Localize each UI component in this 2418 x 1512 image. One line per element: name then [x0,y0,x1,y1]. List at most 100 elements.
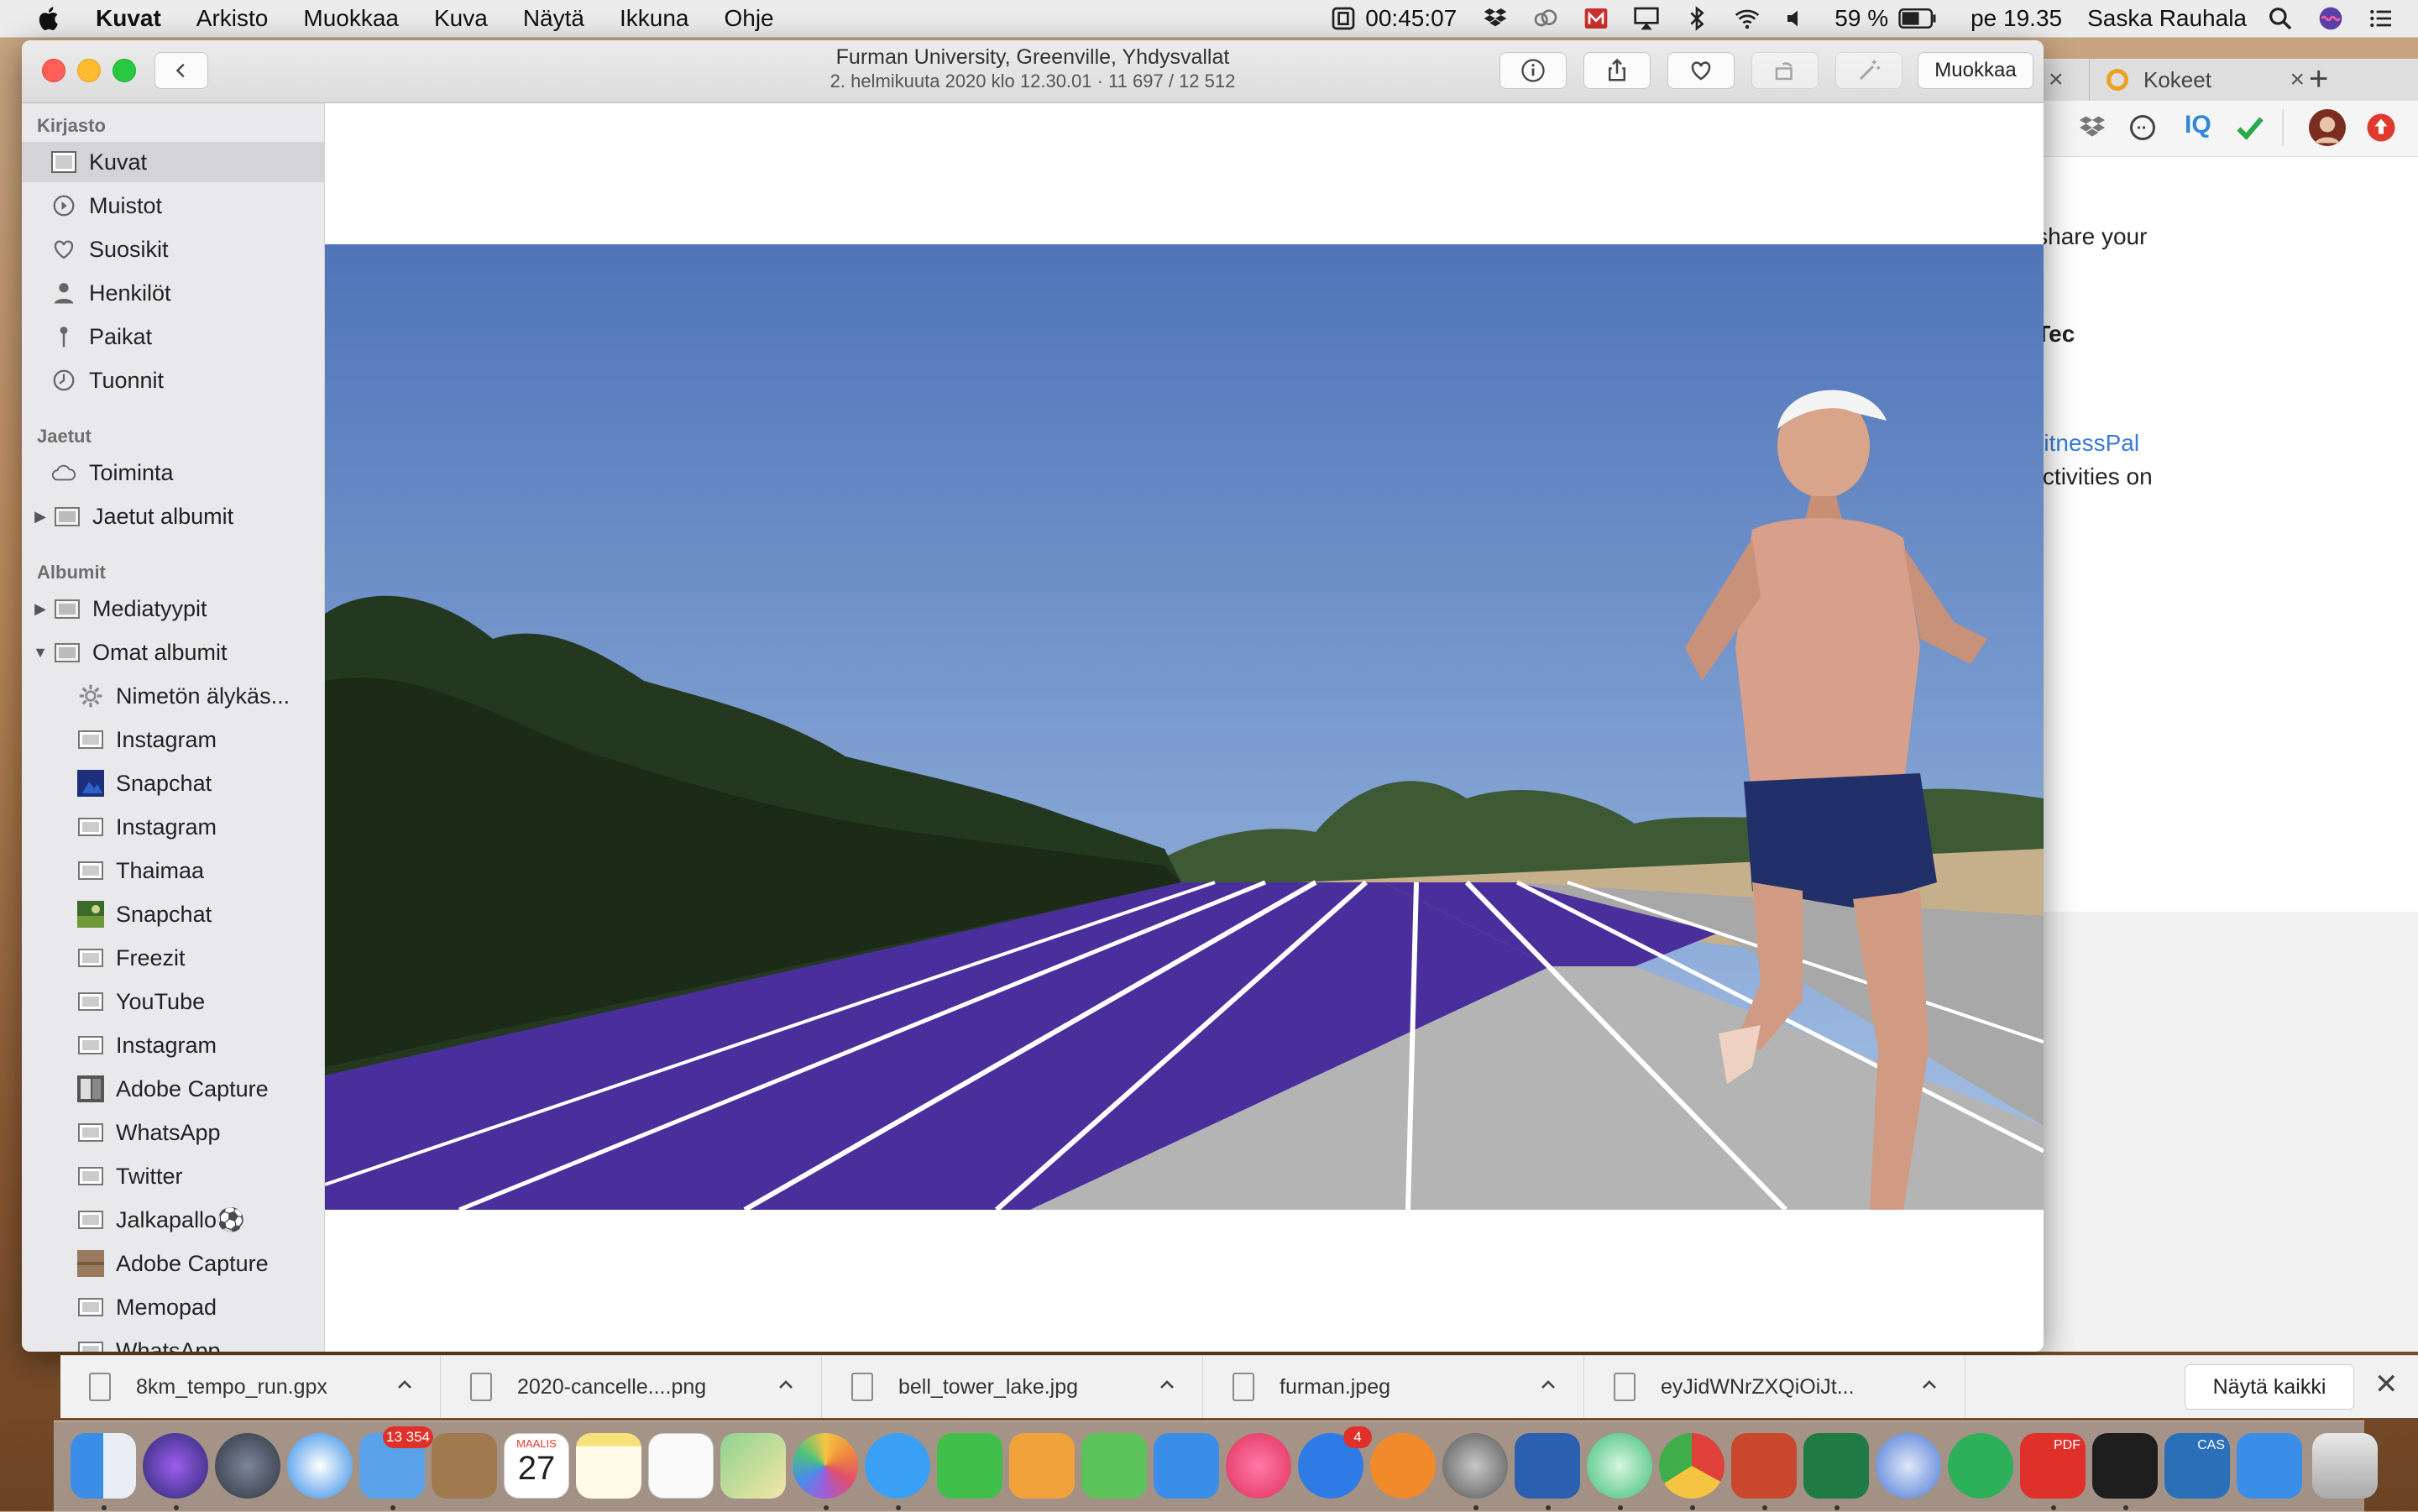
creative-cloud-icon[interactable] [1532,5,1559,32]
album-item[interactable]: Instagram [22,719,324,760]
app-store-icon[interactable]: 4 [1298,1426,1372,1499]
disclosure-right-icon[interactable]: ▶ [32,508,49,526]
chevron-up-icon[interactable] [776,1374,796,1394]
maps-icon[interactable] [720,1433,786,1499]
album-item[interactable]: Memopad [22,1287,324,1327]
word-icon[interactable] [1515,1433,1580,1499]
profile-avatar[interactable] [2309,109,2346,146]
gmail-icon[interactable] [1583,5,1609,32]
share-button[interactable] [1583,52,1651,89]
album-item[interactable]: Adobe Capture [22,1243,324,1284]
update-icon[interactable] [2366,112,2396,143]
close-tab-icon[interactable]: × [2049,65,2064,94]
clock[interactable]: pe 19.35 [1971,5,2062,32]
menu-ikkuna[interactable]: Ikkuna [620,5,689,32]
chevron-up-icon[interactable] [1919,1374,1939,1394]
album-item[interactable]: Adobe Capture [22,1069,324,1109]
sidebar-item-shared-albums[interactable]: ▶ Jaetut albumit [22,496,324,536]
spotlight-icon[interactable] [2267,5,2294,32]
launchpad-icon[interactable] [215,1433,280,1499]
itunes-icon[interactable] [1226,1433,1291,1499]
battery-percent[interactable]: 59 % [1834,5,1888,32]
enhance-button[interactable] [1835,52,1902,89]
books-icon[interactable] [1370,1433,1436,1499]
album-item[interactable]: WhatsApp [22,1112,324,1153]
download-item[interactable]: eyJidWNrZXQiOiJt... [1585,1356,1965,1418]
album-item[interactable]: Instagram [22,1025,324,1065]
new-tab-button[interactable]: + [2309,60,2328,98]
timer-readout[interactable]: 00:45:07 [1365,5,1457,32]
sidebar-item-activity[interactable]: Toiminta [22,453,324,493]
terminal-icon[interactable] [2092,1433,2158,1499]
edit-button[interactable]: Muokkaa [1918,52,2033,89]
menu-app-name[interactable]: Kuvat [96,5,161,32]
sidebar-item-imports[interactable]: Tuonnit [22,360,324,400]
sidebar-item-people[interactable]: Henkilöt [22,273,324,313]
safari-icon[interactable] [287,1433,353,1499]
wifi-icon[interactable] [1734,5,1761,32]
volume-icon[interactable] [1784,5,1811,32]
sidebar-item-favorites[interactable]: Suosikit [22,229,324,269]
photo-viewer[interactable] [325,103,2044,1352]
user-name[interactable]: Saska Rauhala [2087,5,2247,32]
close-downloads-icon[interactable]: ✕ [2374,1368,2399,1401]
album-item[interactable]: Snapchat [22,894,324,934]
sidebar-item-memories[interactable]: Muistot [22,186,324,226]
keynote-icon[interactable] [1154,1433,1219,1499]
dropbox-extension-icon[interactable] [2077,112,2107,143]
airplay-icon[interactable] [1633,5,1660,32]
favorite-button[interactable] [1667,52,1735,89]
menu-nayta[interactable]: Näytä [523,5,584,32]
show-all-downloads-button[interactable]: Näytä kaikki [2185,1364,2354,1410]
download-item[interactable]: 2020-cancelle....png [442,1356,822,1418]
grammarly-icon[interactable] [1948,1433,2013,1499]
extension-icon[interactable] [2128,112,2158,143]
close-tab-icon[interactable]: × [2290,65,2305,94]
album-item[interactable]: Twitter [22,1156,324,1196]
menu-muokkaa[interactable]: Muokkaa [303,5,399,32]
sidebar-item-photos[interactable]: Kuvat [22,142,324,182]
sidebar-item-my-albums[interactable]: ▼ Omat albumit [22,632,324,672]
browser-tab[interactable]: Kokeet × [2089,59,2316,101]
album-item[interactable]: Freezit [22,938,324,978]
iq-extension-icon[interactable]: IQ [2185,111,2211,139]
chrome-icon[interactable] [1659,1433,1725,1499]
mail-icon[interactable]: 13 354 [359,1426,433,1499]
reminders-icon[interactable] [648,1433,714,1499]
chevron-up-icon[interactable] [395,1374,415,1394]
album-item[interactable]: Jalkapallo⚽ [22,1200,324,1240]
sidebar-item-media-types[interactable]: ▶ Mediatyypit [22,589,324,629]
xcode-icon[interactable] [2237,1433,2302,1499]
notification-center-icon[interactable] [2368,5,2394,32]
timer-app-icon[interactable] [1330,5,1357,32]
dropbox-icon[interactable] [1482,5,1509,32]
checkmark-extension-icon[interactable] [2235,112,2265,143]
notes-icon[interactable] [576,1433,641,1499]
powerpoint-icon[interactable] [1731,1433,1797,1499]
apple-menu-icon[interactable] [35,4,64,33]
system-preferences-icon[interactable] [1442,1433,1508,1499]
menu-arkisto[interactable]: Arkisto [196,5,269,32]
rotate-button[interactable] [1751,52,1819,89]
running-track-photo[interactable] [325,244,2044,1210]
calendar-icon[interactable]: MAALIS 27 [504,1433,569,1499]
menu-kuva[interactable]: Kuva [434,5,488,32]
disclosure-right-icon[interactable]: ▶ [32,600,49,618]
battery-icon[interactable] [1898,8,1937,29]
info-button[interactable] [1499,52,1567,89]
contacts-icon[interactable] [432,1433,497,1499]
menu-ohje[interactable]: Ohje [724,5,773,32]
pages-icon[interactable] [1009,1433,1075,1499]
pdf-icon[interactable]: PDF [2020,1433,2086,1499]
album-item[interactable]: Instagram [22,807,324,847]
excel-icon[interactable] [1803,1433,1869,1499]
siri-icon[interactable] [2317,5,2344,32]
album-item[interactable]: Snapchat [22,763,324,803]
photos-app-icon[interactable] [793,1433,858,1499]
numbers-icon[interactable] [1081,1433,1147,1499]
trash-icon[interactable] [2312,1433,2378,1499]
album-item[interactable]: Thaimaa [22,850,324,891]
album-item[interactable]: WhatsApp [22,1331,324,1352]
messages-icon[interactable] [865,1433,930,1499]
sidebar-item-places[interactable]: Paikat [22,317,324,357]
